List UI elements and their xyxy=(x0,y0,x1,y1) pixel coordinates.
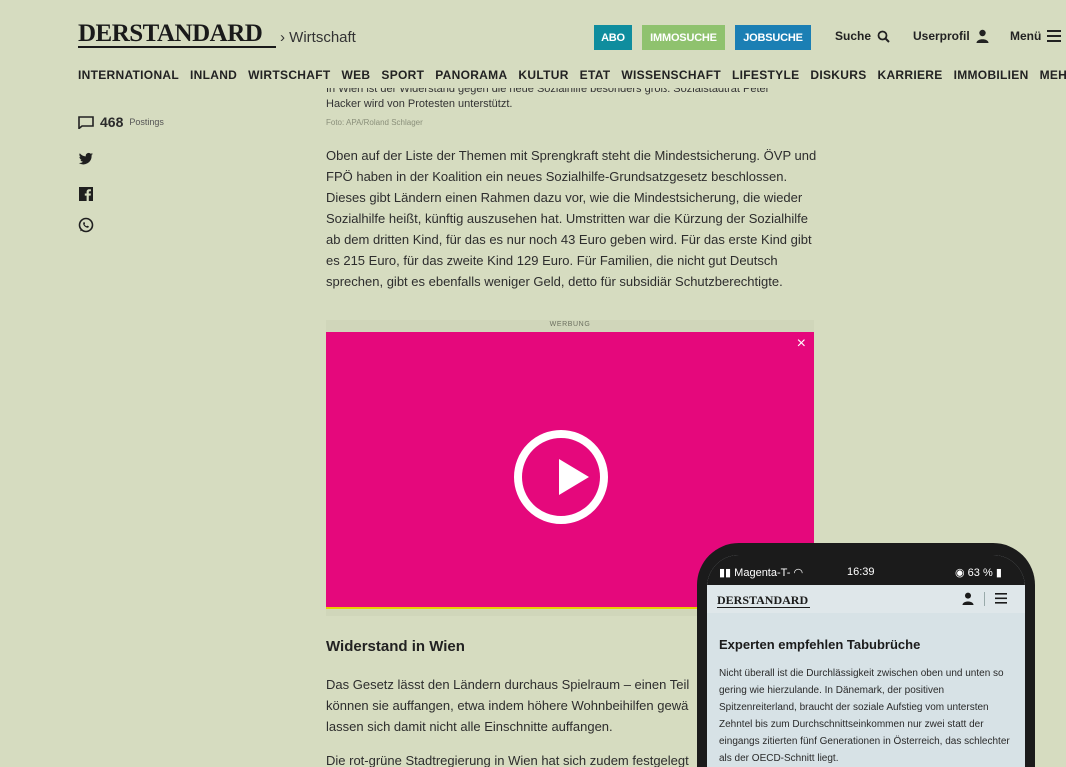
phone-mockup: ▮▮ Magenta-T- ◠ 16:39 ◉ 63 % ▮ DERSTANDA… xyxy=(697,543,1035,767)
phone-time: 16:39 xyxy=(847,566,875,578)
play-icon xyxy=(559,459,589,495)
facebook-icon[interactable] xyxy=(78,186,94,202)
phone-logo[interactable]: DERSTANDARD xyxy=(717,593,808,608)
caption-line-cut: In Wien ist der Widerstand gegen die neu… xyxy=(326,88,770,95)
nav-item-diskurs[interactable]: DISKURS xyxy=(810,68,866,88)
phone-article-text: Nicht überall ist die Durchlässigkeit zw… xyxy=(719,668,1010,764)
menu-button[interactable]: Menü xyxy=(1010,29,1062,43)
paragraph-line: können sie auffangen, etwa indem höhere … xyxy=(326,698,689,713)
nav-item-mehr[interactable]: MEHR ... xyxy=(1040,68,1066,88)
article-paragraph-3: Die rot-grüne Stadtregierung in Wien hat… xyxy=(326,753,689,767)
immosuche-button[interactable]: IMMOSUCHE xyxy=(642,25,725,50)
menu-label: Menü xyxy=(1010,29,1042,43)
user-icon[interactable] xyxy=(962,592,974,605)
section-breadcrumb[interactable]: › Wirtschaft xyxy=(280,29,356,46)
phone-article-title[interactable]: Experten empfehlen Tabubrüche xyxy=(719,637,920,652)
hamburger-icon xyxy=(1047,30,1062,42)
main-navigation: INTERNATIONAL INLAND WIRTSCHAFT WEB SPOR… xyxy=(78,68,1066,88)
header-divider xyxy=(984,592,985,606)
battery-status: ◉ 63 % ▮ xyxy=(955,567,1002,579)
userprofil-label: Userprofil xyxy=(913,29,970,43)
nav-item-immobilien[interactable]: IMMOBILIEN xyxy=(954,68,1029,88)
carrier-label: ▮▮ Magenta-T- ◠ xyxy=(719,567,804,579)
phone-site-header: DERSTANDARD xyxy=(707,585,1025,613)
article-paragraph: Oben auf der Liste der Themen mit Spreng… xyxy=(326,148,817,289)
nav-item-etat[interactable]: ETAT xyxy=(580,68,611,88)
abo-button[interactable]: ABO xyxy=(594,25,632,50)
signal-icon: ▮▮ xyxy=(719,567,732,579)
nav-item-inland[interactable]: INLAND xyxy=(190,68,237,88)
search-button[interactable]: Suche xyxy=(835,29,890,43)
nav-item-panorama[interactable]: PANORAMA xyxy=(435,68,507,88)
comment-icon xyxy=(78,115,94,129)
article-subheading: Widerstand in Wien xyxy=(326,638,465,655)
whatsapp-icon[interactable] xyxy=(78,217,94,233)
paragraph-line: lassen sich damit nicht alle Einschnitte… xyxy=(326,719,613,734)
nav-item-wirtschaft[interactable]: WIRTSCHAFT xyxy=(248,68,330,88)
hamburger-icon[interactable] xyxy=(995,593,1007,604)
nav-item-international[interactable]: INTERNATIONAL xyxy=(78,68,179,88)
nav-item-kultur[interactable]: KULTUR xyxy=(518,68,568,88)
postings-label: Postings xyxy=(129,117,164,127)
postings-count: 468 xyxy=(100,114,124,130)
nav-item-wissenschaft[interactable]: WISSENSCHAFT xyxy=(621,68,721,88)
logo-underline xyxy=(78,46,276,48)
caption-line: Hacker wird von Protesten unterstützt. xyxy=(326,98,513,110)
userprofil-button[interactable]: Userprofil xyxy=(913,29,989,43)
twitter-icon[interactable] xyxy=(78,151,94,167)
nav-item-web[interactable]: WEB xyxy=(341,68,370,88)
ad-label: WERBUNG xyxy=(549,321,591,328)
search-icon xyxy=(877,30,890,43)
postings-link[interactable]: 468 Postings xyxy=(78,114,164,130)
search-label: Suche xyxy=(835,29,872,43)
article-paragraph-2: Das Gesetz lässt den Ländern durchaus Sp… xyxy=(326,674,698,737)
phone-screen: ▮▮ Magenta-T- ◠ 16:39 ◉ 63 % ▮ DERSTANDA… xyxy=(707,555,1025,767)
nav-item-sport[interactable]: SPORT xyxy=(381,68,424,88)
battery-icon: ▮ xyxy=(995,567,1002,579)
jobsuche-button[interactable]: JOBSUCHE xyxy=(735,25,811,50)
image-caption: In Wien ist der Widerstand gegen die neu… xyxy=(326,88,816,118)
nav-item-lifestyle[interactable]: LIFESTYLE xyxy=(732,68,799,88)
site-logo[interactable]: DERSTANDARD xyxy=(78,20,263,48)
user-icon xyxy=(976,29,989,43)
phone-status-bar: ▮▮ Magenta-T- ◠ 16:39 ◉ 63 % ▮ xyxy=(707,555,1025,585)
paragraph-line: Das Gesetz lässt den Ländern durchaus Sp… xyxy=(326,677,690,692)
wifi-icon: ◠ xyxy=(793,567,804,579)
close-icon[interactable]: × xyxy=(797,336,806,352)
phone-logo-underline xyxy=(717,607,810,608)
location-icon: ◉ xyxy=(955,567,965,579)
photo-credit: Foto: APA/Roland Schlager xyxy=(326,118,423,127)
nav-item-karriere[interactable]: KARRIERE xyxy=(878,68,943,88)
site-header: DERSTANDARD › Wirtschaft ABO IMMOSUCHE J… xyxy=(0,0,1066,62)
